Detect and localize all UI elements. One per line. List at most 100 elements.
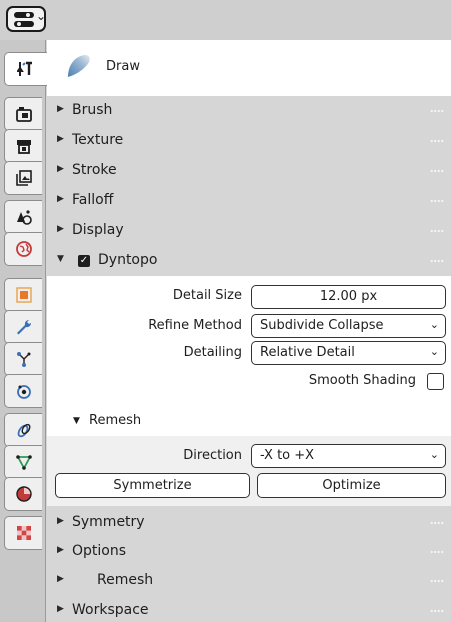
tab-material[interactable] (4, 477, 42, 511)
panel-symmetry[interactable]: ▶ Symmetry (47, 508, 451, 538)
detailing-label: Detailing (183, 345, 242, 360)
panel-dyntopo[interactable]: ▼ ✓ Dyntopo (47, 246, 451, 276)
constraints-icon (17, 423, 30, 438)
drag-grip-icon[interactable] (430, 550, 444, 554)
detailing-dropdown[interactable]: Relative Detail ⌄ (251, 341, 446, 365)
panel-texture[interactable]: ▶ Texture (47, 126, 451, 156)
output-icon (16, 140, 31, 154)
panel-display[interactable]: ▶ Display (47, 216, 451, 246)
smooth-shading-label: Smooth Shading (308, 373, 416, 388)
drag-grip-icon[interactable] (430, 199, 444, 203)
particles-icon (16, 352, 30, 367)
tab-render[interactable] (4, 97, 42, 131)
panel-label: Remesh (97, 572, 154, 588)
brush-preview-icon (68, 55, 90, 77)
tab-view-layer[interactable] (4, 161, 42, 195)
panel-label: Dyntopo (98, 252, 158, 268)
collapsed-arrow-icon: ▶ (57, 104, 64, 114)
collapsed-arrow-icon: ▶ (57, 194, 64, 204)
collapsed-arrow-icon: ▶ (57, 604, 64, 614)
collapsed-arrow-icon: ▶ (57, 224, 64, 234)
chevron-down-icon: ⌄ (429, 448, 439, 461)
wrench-icon (16, 319, 31, 335)
texture-icon (16, 526, 31, 540)
panel-brush[interactable]: ▶ Brush (47, 96, 451, 126)
direction-value: -X to +X (260, 448, 315, 463)
drag-grip-icon[interactable] (430, 169, 444, 173)
tab-data[interactable] (4, 445, 42, 479)
panel-stroke[interactable]: ▶ Stroke (47, 156, 451, 186)
drag-grip-icon[interactable] (430, 139, 444, 143)
panel-options[interactable]: ▶ Options (47, 537, 451, 567)
dyntopo-panel-body: Detail Size 12.00 px Refine Method Subdi… (47, 276, 451, 406)
panel-workspace[interactable]: ▶ Workspace (47, 596, 451, 622)
drag-grip-icon[interactable] (430, 609, 444, 613)
panel-label: Stroke (72, 162, 117, 178)
refine-method-value: Subdivide Collapse (260, 318, 384, 333)
view-layer-icon (15, 170, 32, 186)
collapsed-arrow-icon: ▶ (57, 164, 64, 174)
brush-name: Draw (106, 59, 140, 74)
panel-label: Options (72, 543, 127, 559)
panel-label: Workspace (72, 602, 149, 618)
properties-editor-icon (14, 12, 34, 27)
dyntopo-enable-checkbox[interactable]: ✓ (78, 255, 90, 267)
tab-scene[interactable] (4, 200, 42, 234)
symmetrize-button[interactable]: Symmetrize (55, 473, 250, 498)
properties-main: Draw ▶ Brush ▶ Texture ▶ Stroke ▶ Fallof… (47, 40, 451, 622)
expanded-arrow-icon: ▼ (57, 254, 64, 264)
tab-output[interactable] (4, 129, 42, 163)
detailing-value: Relative Detail (260, 345, 355, 360)
brush-selector[interactable]: Draw (47, 40, 451, 96)
collapsed-arrow-icon: ▶ (57, 134, 64, 144)
panel-label: Falloff (72, 192, 114, 208)
tab-texture[interactable] (4, 516, 42, 550)
drag-grip-icon[interactable] (430, 259, 444, 263)
expanded-arrow-icon: ▼ (73, 416, 80, 426)
world-icon (15, 241, 32, 257)
detail-size-label: Detail Size (172, 288, 242, 303)
detail-size-field[interactable]: 12.00 px (251, 285, 446, 309)
refine-method-dropdown[interactable]: Subdivide Collapse ⌄ (251, 314, 446, 338)
drag-grip-icon[interactable] (430, 109, 444, 113)
tool-settings-icon (17, 61, 32, 76)
chevron-down-icon: ⌄ (429, 318, 439, 331)
tab-world[interactable] (4, 232, 42, 266)
properties-tab-bar (0, 40, 47, 622)
panel-falloff[interactable]: ▶ Falloff (47, 186, 451, 216)
collapsed-arrow-icon: ▶ (57, 574, 64, 584)
panel-label: Texture (72, 132, 124, 148)
scene-icon (16, 210, 32, 225)
panel-remesh[interactable]: ▶ Remesh (47, 566, 451, 596)
mesh-data-icon (15, 455, 32, 470)
panel-label: Symmetry (72, 514, 145, 530)
subpanel-label: Remesh (89, 413, 142, 428)
drag-grip-icon[interactable] (430, 229, 444, 233)
editor-header: ⌄ (0, 0, 451, 40)
panel-label: Brush (72, 102, 113, 118)
chevron-down-icon: ⌄ (36, 9, 47, 23)
tab-object[interactable] (4, 278, 42, 312)
chevron-down-icon: ⌄ (429, 345, 439, 358)
smooth-shading-checkbox[interactable] (427, 373, 444, 390)
object-icon (15, 287, 32, 303)
physics-icon (16, 385, 31, 399)
remesh-subpanel-body: Direction -X to +X ⌄ Symmetrize Optimize (47, 436, 451, 506)
panel-label: Display (72, 222, 124, 238)
tab-tool[interactable] (4, 52, 47, 86)
drag-grip-icon[interactable] (430, 521, 444, 525)
render-icon (15, 107, 32, 122)
subpanel-remesh[interactable]: ▼ Remesh (47, 406, 451, 436)
collapsed-arrow-icon: ▶ (57, 545, 64, 555)
collapsed-arrow-icon: ▶ (57, 516, 64, 526)
tab-particles[interactable] (4, 342, 42, 376)
material-icon (15, 486, 32, 502)
optimize-button[interactable]: Optimize (257, 473, 446, 498)
tab-physics[interactable] (4, 374, 42, 408)
editor-type-selector[interactable]: ⌄ (6, 6, 46, 32)
direction-dropdown[interactable]: -X to +X ⌄ (251, 444, 446, 468)
drag-grip-icon[interactable] (430, 579, 444, 583)
refine-method-label: Refine Method (148, 318, 242, 333)
tab-modifiers[interactable] (4, 310, 42, 344)
tab-constraints[interactable] (4, 413, 42, 447)
